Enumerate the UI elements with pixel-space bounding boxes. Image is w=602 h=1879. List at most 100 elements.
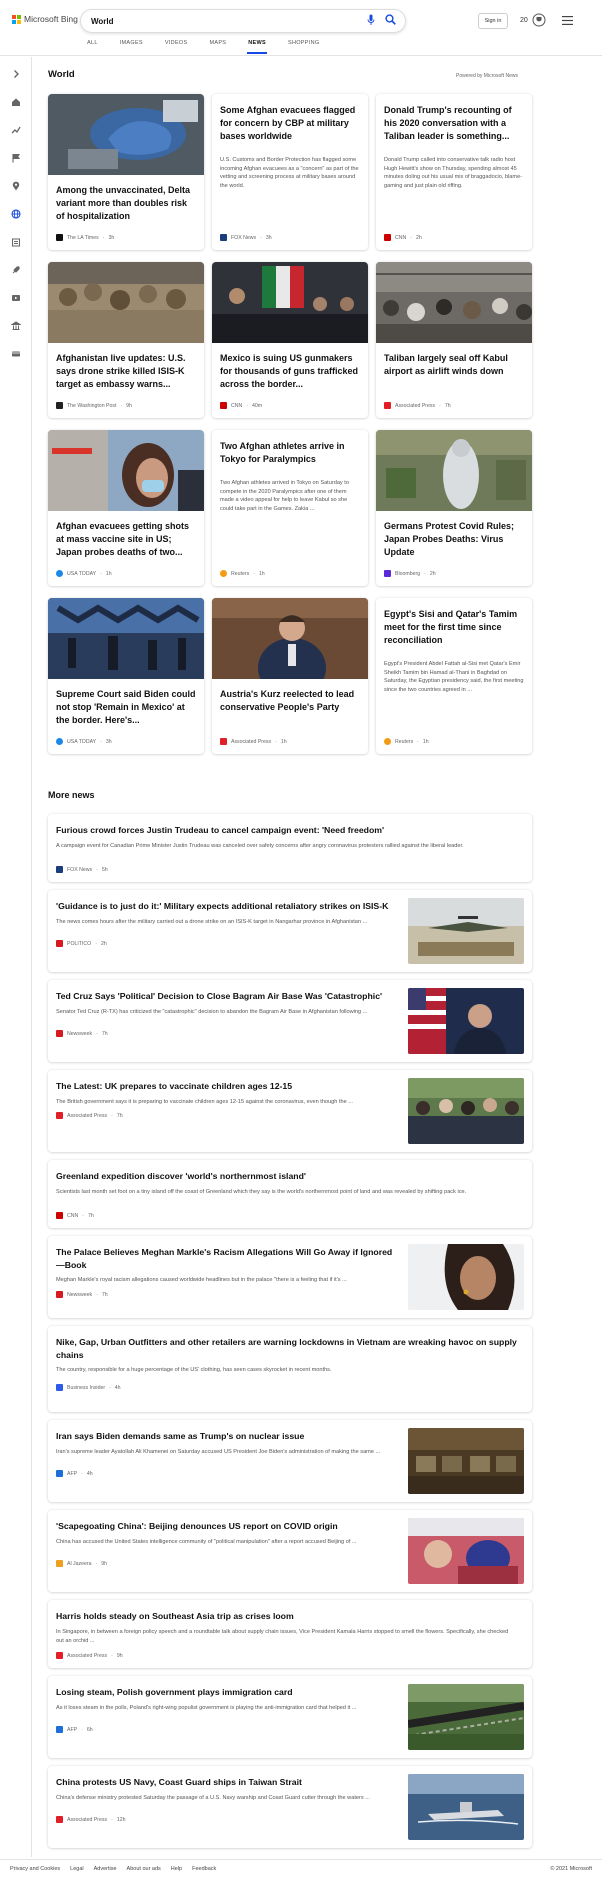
item-title[interactable]: Iran says Biden demands same as Trump's … xyxy=(56,1430,406,1443)
item-title[interactable]: Furious crowd forces Justin Trudeau to c… xyxy=(56,824,524,837)
card-title[interactable]: Donald Trump's recounting of his 2020 co… xyxy=(384,104,526,143)
item-summary: The country, responsible for a huge perc… xyxy=(56,1367,332,1373)
more-news-item[interactable]: China protests US Navy, Coast Guard ship… xyxy=(48,1766,532,1848)
trending-icon[interactable] xyxy=(11,125,21,135)
tab-images[interactable]: IMAGES xyxy=(120,40,143,55)
footer-link-about-ads[interactable]: About our ads xyxy=(127,1866,161,1872)
footer-link-privacy[interactable]: Privacy and Cookies xyxy=(10,1866,60,1872)
more-news-item[interactable]: 'Scapegoating China': Beijing denounces … xyxy=(48,1510,532,1592)
news-card[interactable]: Egypt's Sisi and Qatar's Tamim meet for … xyxy=(376,598,532,754)
card-source: Bloomberg · 2h xyxy=(384,570,436,577)
news-card[interactable]: Austria's Kurz reelected to lead conserv… xyxy=(212,598,368,754)
logo-text: Microsoft Bing xyxy=(24,14,78,24)
separator: · xyxy=(417,738,419,745)
card-title[interactable]: Austria's Kurz reelected to lead conserv… xyxy=(220,688,362,714)
more-news-title: More news xyxy=(48,790,95,800)
politics-building-icon[interactable] xyxy=(11,321,21,331)
more-news-item[interactable]: The Palace Believes Meghan Markle's Raci… xyxy=(48,1236,532,1318)
item-title[interactable]: 'Guidance is to just do it:' Military ex… xyxy=(56,900,406,913)
footer-link-feedback[interactable]: Feedback xyxy=(192,1866,216,1872)
tab-news[interactable]: NEWS xyxy=(247,40,267,55)
expand-chevron-icon[interactable] xyxy=(11,69,21,79)
hamburger-menu-icon[interactable] xyxy=(562,16,573,25)
news-card[interactable]: Supreme Court said Biden could not stop … xyxy=(48,598,204,754)
home-icon[interactable] xyxy=(11,97,21,107)
source-name: USA TODAY xyxy=(67,570,97,577)
tab-all[interactable]: ALL xyxy=(87,40,98,55)
more-news-item[interactable]: Greenland expedition discover 'world's n… xyxy=(48,1160,532,1228)
card-title[interactable]: Some Afghan evacuees flagged for concern… xyxy=(220,104,362,143)
globe-icon[interactable] xyxy=(11,209,21,219)
la-times-logo-icon xyxy=(56,234,63,241)
sign-in-button[interactable]: Sign in xyxy=(478,13,508,29)
more-news-item[interactable]: Furious crowd forces Justin Trudeau to c… xyxy=(48,814,532,882)
card-title[interactable]: Two Afghan athletes arrive in Tokyo for … xyxy=(220,440,362,466)
more-news-item[interactable]: Losing steam, Polish government plays im… xyxy=(48,1676,532,1758)
card-title[interactable]: Germans Protest Covid Rules; Japan Probe… xyxy=(384,520,526,559)
microphone-icon[interactable] xyxy=(367,14,375,26)
item-title[interactable]: 'Scapegoating China': Beijing denounces … xyxy=(56,1520,406,1533)
item-title[interactable]: China protests US Navy, Coast Guard ship… xyxy=(56,1776,406,1789)
tab-maps[interactable]: MAPS xyxy=(209,40,226,55)
search-box[interactable] xyxy=(80,9,406,33)
source-age: 2h xyxy=(429,570,436,577)
rewards-count[interactable]: 20 xyxy=(520,17,528,24)
card-title[interactable]: Afghan evacuees getting shots at mass va… xyxy=(56,520,198,559)
rewards-medal-icon[interactable] xyxy=(532,13,546,27)
footer-link-legal[interactable]: Legal xyxy=(70,1866,83,1872)
source-name: Newsweek xyxy=(67,1291,93,1298)
money-icon[interactable] xyxy=(11,349,21,359)
newsweek-logo-icon xyxy=(56,1030,63,1037)
item-title[interactable]: Harris holds steady on Southeast Asia tr… xyxy=(56,1610,524,1623)
footer-link-advertise[interactable]: Advertise xyxy=(94,1866,117,1872)
news-card[interactable]: Two Afghan athletes arrive in Tokyo for … xyxy=(212,430,368,586)
powered-by-label[interactable]: Powered by Microsoft News xyxy=(456,73,518,79)
card-title[interactable]: Among the unvaccinated, Delta variant mo… xyxy=(56,184,198,223)
more-news-item[interactable]: Ted Cruz Says 'Political' Decision to Cl… xyxy=(48,980,532,1062)
news-card[interactable]: Afghanistan live updates: U.S. says dron… xyxy=(48,262,204,418)
item-source: Associated Press · 7h xyxy=(56,1112,123,1119)
source-age: 4h xyxy=(114,1384,121,1391)
search-icon[interactable] xyxy=(385,14,396,25)
search-input[interactable] xyxy=(91,14,321,29)
separator: · xyxy=(100,738,102,745)
tab-shopping[interactable]: SHOPPING xyxy=(288,40,319,55)
footer-link-help[interactable]: Help xyxy=(171,1866,182,1872)
card-title[interactable]: Supreme Court said Biden could not stop … xyxy=(56,688,198,727)
card-image xyxy=(376,262,532,343)
more-news-item[interactable]: Nike, Gap, Urban Outfitters and other re… xyxy=(48,1326,532,1412)
separator: · xyxy=(120,402,123,409)
card-title[interactable]: Afghanistan live updates: U.S. says dron… xyxy=(56,352,198,391)
card-title[interactable]: Mexico is suing US gunmakers for thousan… xyxy=(220,352,362,391)
item-summary: Senator Ted Cruz (R-TX) has criticized t… xyxy=(56,1009,368,1015)
item-summary: China has accused the United States inte… xyxy=(56,1539,357,1545)
item-title[interactable]: Losing steam, Polish government plays im… xyxy=(56,1686,406,1699)
card-title[interactable]: Egypt's Sisi and Qatar's Tamim meet for … xyxy=(384,608,526,647)
news-card[interactable]: Germans Protest Covid Rules; Japan Probe… xyxy=(376,430,532,586)
item-title[interactable]: Nike, Gap, Urban Outfitters and other re… xyxy=(56,1336,524,1361)
news-card[interactable]: Some Afghan evacuees flagged for concern… xyxy=(212,94,368,250)
item-title[interactable]: The Palace Believes Meghan Markle's Raci… xyxy=(56,1246,396,1271)
science-rocket-icon[interactable] xyxy=(11,265,21,275)
flag-icon[interactable] xyxy=(11,153,21,163)
news-card[interactable]: Donald Trump's recounting of his 2020 co… xyxy=(376,94,532,250)
tab-videos[interactable]: VIDEOS xyxy=(165,40,188,55)
more-news-item[interactable]: 'Guidance is to just do it:' Military ex… xyxy=(48,890,532,972)
news-card[interactable]: Among the unvaccinated, Delta variant mo… xyxy=(48,94,204,250)
card-title[interactable]: Taliban largely seal off Kabul airport a… xyxy=(384,352,526,378)
source-name: POLITICO xyxy=(67,940,92,947)
more-news-item[interactable]: Iran says Biden demands same as Trump's … xyxy=(48,1420,532,1502)
business-icon[interactable] xyxy=(11,237,21,247)
item-title[interactable]: The Latest: UK prepares to vaccinate chi… xyxy=(56,1080,406,1093)
news-card[interactable]: Afghan evacuees getting shots at mass va… xyxy=(48,430,204,586)
more-news-item[interactable]: Harris holds steady on Southeast Asia tr… xyxy=(48,1600,532,1668)
item-title[interactable]: Greenland expedition discover 'world's n… xyxy=(56,1170,524,1183)
location-pin-icon[interactable] xyxy=(11,181,21,191)
more-news-item[interactable]: The Latest: UK prepares to vaccinate chi… xyxy=(48,1070,532,1152)
bing-logo[interactable]: Microsoft Bing xyxy=(12,14,78,24)
entertainment-icon[interactable] xyxy=(11,293,21,303)
item-title[interactable]: Ted Cruz Says 'Political' Decision to Cl… xyxy=(56,990,406,1003)
news-card[interactable]: Mexico is suing US gunmakers for thousan… xyxy=(212,262,368,418)
news-card[interactable]: Taliban largely seal off Kabul airport a… xyxy=(376,262,532,418)
source-name: FOX News xyxy=(67,866,93,873)
